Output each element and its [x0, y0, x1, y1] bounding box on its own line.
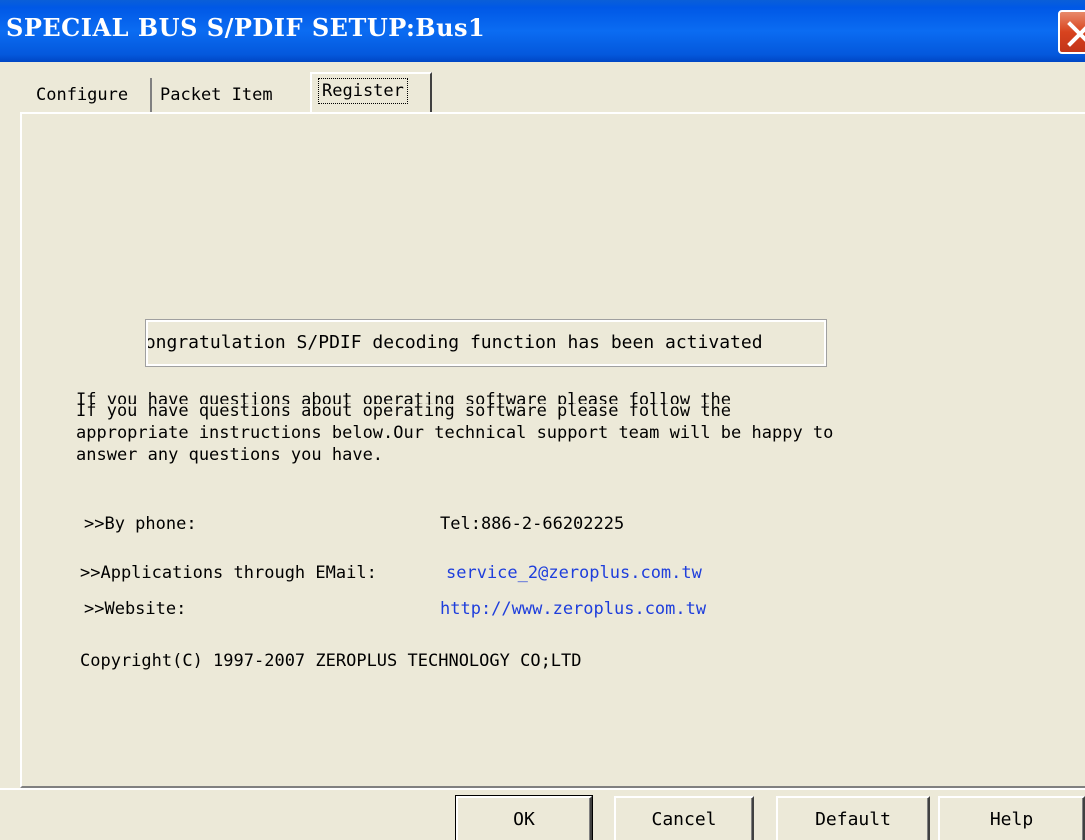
tab-register[interactable]: Register: [310, 72, 432, 112]
support-text-line-2: appropriate instructions below.Our techn…: [76, 423, 834, 443]
copyright-text: Copyright(C) 1997-2007 ZEROPLUS TECHNOLO…: [80, 651, 582, 671]
status-message-box: Congratulation S/PDIF decoding function …: [145, 319, 827, 367]
cancel-button[interactable]: Cancel: [614, 796, 754, 840]
support-text-line-1: If you have questions about operating so…: [76, 401, 732, 421]
status-message: Congratulation S/PDIF decoding function …: [146, 332, 763, 353]
email-label: >>Applications through EMail:: [80, 563, 377, 583]
bottom-separator: [0, 788, 1085, 790]
window-title: SPECIAL BUS S/PDIF SETUP:Bus1: [6, 13, 486, 42]
website-link[interactable]: http://www.zeroplus.com.tw: [440, 599, 706, 619]
default-button[interactable]: Default: [776, 796, 930, 840]
title-bar: SPECIAL BUS S/PDIF SETUP:Bus1: [0, 0, 1085, 62]
support-text: If you have questions about operating so…: [76, 400, 996, 466]
phone-value: Tel:886-2-66202225: [440, 514, 625, 534]
email-link[interactable]: service_2@zeroplus.com.tw: [446, 563, 702, 583]
tab-configure[interactable]: Configure: [30, 78, 152, 112]
support-text-line-3: answer any questions you have.: [76, 445, 384, 465]
close-icon: [1067, 21, 1085, 47]
phone-label: >>By phone:: [84, 514, 197, 534]
ok-button[interactable]: OK: [455, 795, 593, 840]
website-label: >>Website:: [84, 599, 187, 619]
tab-register-label: Register: [318, 78, 408, 104]
help-button[interactable]: Help: [938, 796, 1085, 840]
tab-packet-item[interactable]: Packet Item: [154, 78, 312, 112]
close-button[interactable]: [1058, 10, 1085, 54]
